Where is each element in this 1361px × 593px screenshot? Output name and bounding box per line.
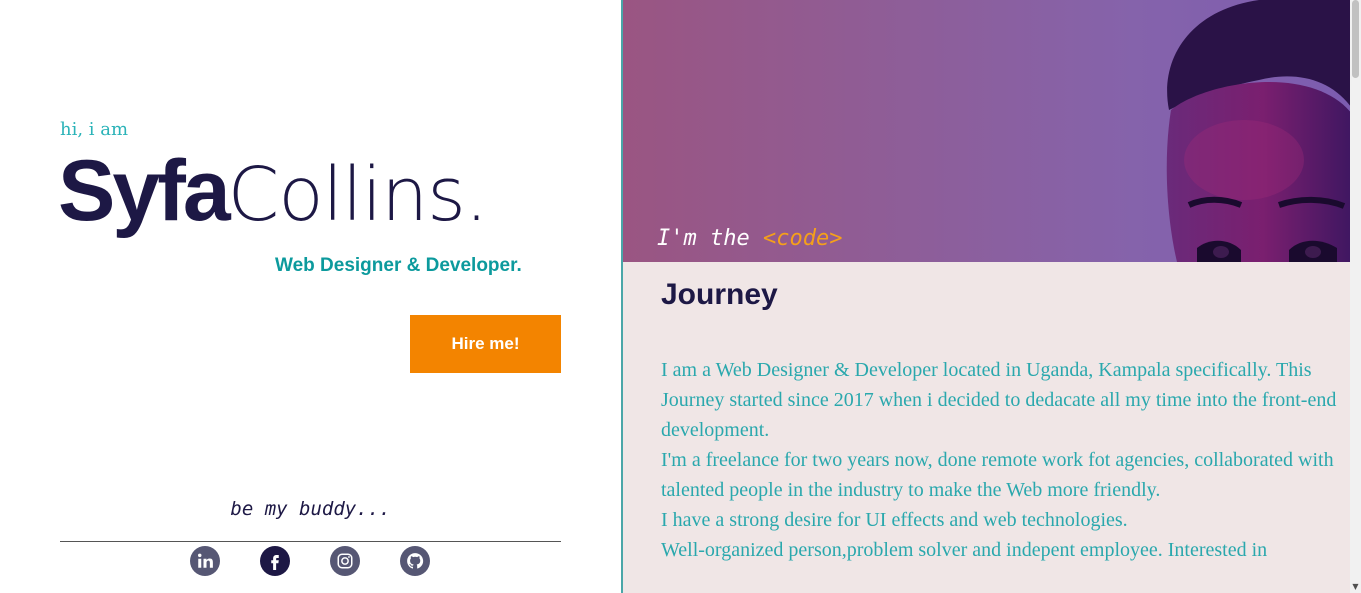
portfolio-page: hi, i am SyfaCollins. Web Designer & Dev… (0, 0, 1361, 593)
journey-heading: Journey (661, 278, 778, 311)
hero-caption-code: <code> (762, 226, 843, 251)
scroll-down-arrow-icon[interactable]: ▼ (1350, 579, 1361, 593)
first-name: Syfa (58, 143, 231, 239)
facebook-icon (271, 555, 279, 570)
social-links (190, 546, 430, 576)
linkedin-link[interactable] (190, 546, 220, 576)
instagram-link[interactable] (330, 546, 360, 576)
journey-panel: I'm the <code> Journey I am a Web Design… (621, 0, 1350, 593)
journey-paragraph: I am a Web Designer & Developer located … (661, 359, 1337, 441)
scrollbar-thumb[interactable] (1352, 0, 1359, 78)
instagram-icon (337, 553, 353, 569)
linkedin-icon (198, 553, 213, 568)
portrait-image (1166, 0, 1350, 262)
journey-paragraph: Well-organized person,problem solver and… (661, 539, 1268, 561)
hero-caption-prefix: I'm the (657, 226, 763, 251)
hero-banner: I'm the <code> (623, 0, 1350, 262)
intro-panel: hi, i am SyfaCollins. Web Designer & Dev… (0, 0, 621, 593)
hero-caption: I'm the <code> (657, 226, 842, 251)
hire-me-button[interactable]: Hire me! (410, 315, 561, 373)
journey-paragraph: I have a strong desire for UI effects an… (661, 509, 1128, 531)
facebook-link[interactable] (260, 546, 290, 576)
greeting-text: hi, i am (60, 119, 129, 140)
vertical-scrollbar[interactable]: ▼ (1350, 0, 1361, 593)
last-name: Collins. (227, 152, 489, 238)
social-divider (60, 541, 561, 542)
github-link[interactable] (400, 546, 430, 576)
journey-body: I am a Web Designer & Developer located … (661, 355, 1341, 565)
full-name-heading: SyfaCollins. (58, 148, 488, 234)
github-icon (407, 553, 424, 569)
journey-paragraph: I'm a freelance for two years now, done … (661, 449, 1334, 501)
role-subtitle: Web Designer & Developer. (275, 255, 522, 276)
social-tagline: be my buddy... (230, 498, 391, 520)
